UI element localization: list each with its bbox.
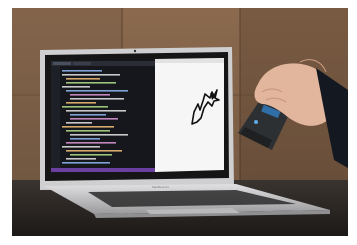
camera-dot: [133, 49, 137, 53]
photo-frame: MacBook Air: [0, 0, 357, 245]
laptop: [40, 47, 234, 190]
editor-gutter: [51, 66, 60, 172]
code-editor-pane: [51, 59, 155, 174]
scene-illustration: MacBook Air: [0, 0, 357, 245]
canvas-title-bar: [155, 59, 224, 63]
drawing-canvas-pane: [155, 58, 224, 172]
device-led: [254, 120, 258, 124]
editor-status-bar: [51, 168, 155, 172]
laptop-brand-label: MacBook Air: [152, 185, 169, 189]
